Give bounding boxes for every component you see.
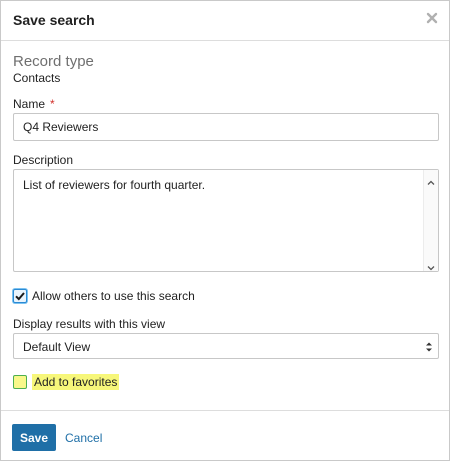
favorites-row[interactable]: Add to favorites xyxy=(13,374,120,390)
checkmark-icon xyxy=(15,292,25,301)
record-type-heading: Record type xyxy=(13,53,94,70)
display-view-value: Default View xyxy=(23,340,91,354)
scroll-down-icon[interactable] xyxy=(427,259,435,271)
close-icon[interactable] xyxy=(425,11,439,25)
display-view-select[interactable]: Default View xyxy=(13,333,439,359)
name-label: Name * xyxy=(13,97,55,111)
record-type-value: Contacts xyxy=(13,71,61,85)
name-label-text: Name xyxy=(13,97,46,111)
display-view-label: Display results with this view xyxy=(13,317,166,331)
name-input[interactable] xyxy=(13,113,439,141)
description-scrollbar[interactable] xyxy=(423,170,438,271)
dialog-header: Save search xyxy=(1,1,449,41)
dialog-footer: Save Cancel xyxy=(1,410,449,461)
allow-others-label: Allow others to use this search xyxy=(32,289,195,303)
favorites-label: Add to favorites xyxy=(32,374,120,390)
description-field: List of reviewers for fourth quarter. xyxy=(13,169,439,272)
description-label: Description xyxy=(13,153,74,167)
dialog-title: Save search xyxy=(13,12,95,28)
select-updown-icon xyxy=(425,340,433,352)
allow-others-row[interactable]: Allow others to use this search xyxy=(13,289,195,303)
scroll-up-icon[interactable] xyxy=(427,174,435,185)
favorites-checkbox[interactable] xyxy=(13,375,27,389)
required-marker: * xyxy=(50,97,55,111)
cancel-link[interactable]: Cancel xyxy=(65,431,102,445)
save-search-dialog: Save search Record type Contacts Name * D… xyxy=(0,0,450,461)
save-button[interactable]: Save xyxy=(12,424,56,451)
description-textarea[interactable]: List of reviewers for fourth quarter. xyxy=(14,170,424,271)
allow-others-checkbox[interactable] xyxy=(13,289,27,303)
